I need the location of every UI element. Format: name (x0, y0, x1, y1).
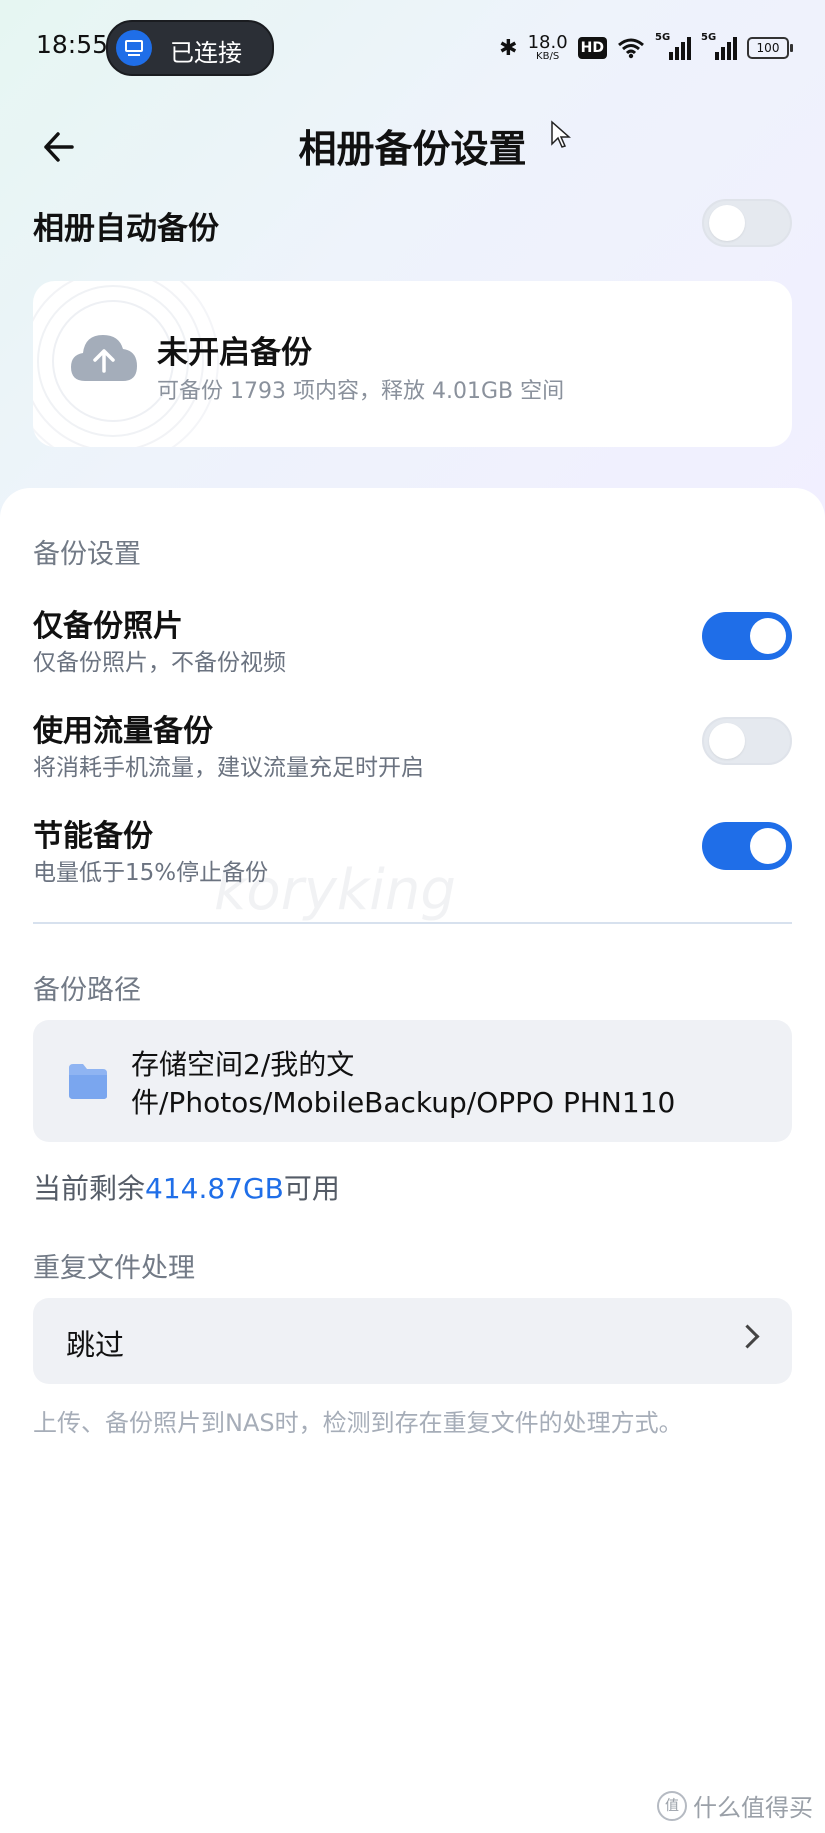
backup-status-subtitle: 可备份 1793 项内容，释放 4.01GB 空间 (157, 379, 565, 404)
bluetooth-icon: ✱ (499, 35, 518, 61)
connection-label: 已连接 (170, 39, 242, 67)
duplicate-option-value: 跳过 (66, 1328, 125, 1362)
photos-only-toggle[interactable] (702, 612, 792, 660)
remaining-space: 当前剩余414.87GB可用 (33, 1167, 340, 1207)
photos-only-title: 仅备份照片 (33, 609, 183, 644)
status-bar: 18:55 已连接 ✱ 18.0 KB/S HD 5G 5G 100 (0, 0, 825, 95)
settings-panel (0, 488, 825, 1833)
mouse-cursor-icon (551, 120, 571, 148)
power-saving-title: 节能备份 (33, 819, 153, 854)
remaining-value: 414.87GB (145, 1172, 284, 1205)
backup-settings-heading: 备份设置 (33, 539, 141, 570)
chevron-right-icon (735, 1324, 760, 1349)
backup-status-title: 未开启备份 (157, 335, 312, 371)
photos-only-subtitle: 仅备份照片，不备份视频 (33, 650, 286, 676)
auto-backup-toggle[interactable] (702, 199, 792, 247)
backup-path-text: 存储空间2/我的文件/Photos/MobileBackup/OPPO PHN1… (131, 1048, 676, 1119)
backup-status-card[interactable]: 未开启备份 可备份 1793 项内容，释放 4.01GB 空间 (33, 281, 792, 447)
duplicate-heading: 重复文件处理 (33, 1253, 195, 1284)
net-speed: 18.0 KB/S (528, 34, 568, 62)
cloud-upload-icon (71, 335, 137, 381)
auto-backup-label: 相册自动备份 (33, 211, 219, 247)
cellular-backup-title: 使用流量备份 (33, 714, 213, 749)
signal-icon-1: 5G (655, 32, 691, 60)
duplicate-option-row[interactable]: 跳过 (33, 1298, 792, 1384)
signal-2-label: 5G (701, 32, 717, 43)
duplicate-note: 上传、备份照片到NAS时，检测到存在重复文件的处理方式。 (33, 1409, 683, 1437)
section-divider (33, 922, 792, 924)
toggle-knob (750, 618, 786, 654)
toggle-knob (709, 723, 745, 759)
screen-share-icon (116, 30, 152, 66)
signal-icon-2: 5G (701, 32, 737, 60)
signal-1-label: 5G (655, 32, 671, 43)
site-watermark-text: 什么值得买 (693, 1794, 813, 1822)
cellular-backup-subtitle: 将消耗手机流量，建议流量充足时开启 (33, 755, 424, 781)
toggle-knob (750, 828, 786, 864)
connection-pill[interactable]: 已连接 (106, 20, 274, 76)
wifi-icon (618, 38, 644, 59)
cellular-backup-toggle[interactable] (702, 717, 792, 765)
battery-icon: 100 (747, 37, 793, 59)
remaining-prefix: 当前剩余 (33, 1172, 146, 1205)
page-title: 相册备份设置 (298, 127, 527, 171)
net-speed-unit: KB/S (536, 51, 560, 62)
power-saving-toggle[interactable] (702, 822, 792, 870)
remaining-suffix: 可用 (283, 1172, 340, 1205)
backup-path-box[interactable]: 存储空间2/我的文件/Photos/MobileBackup/OPPO PHN1… (33, 1020, 792, 1142)
site-watermark: 值 什么值得买 (657, 1788, 813, 1823)
net-speed-value: 18.0 (527, 32, 568, 53)
status-time: 18:55 (36, 30, 109, 59)
hd-badge: HD (577, 37, 607, 59)
folder-icon (69, 1064, 107, 1099)
toggle-knob (709, 205, 745, 241)
backup-path-heading: 备份路径 (33, 975, 141, 1006)
status-icons: ✱ 18.0 KB/S HD 5G 5G 100 (499, 28, 793, 68)
site-logo-icon: 值 (657, 1790, 687, 1821)
watermark-text: koryking (214, 858, 456, 923)
